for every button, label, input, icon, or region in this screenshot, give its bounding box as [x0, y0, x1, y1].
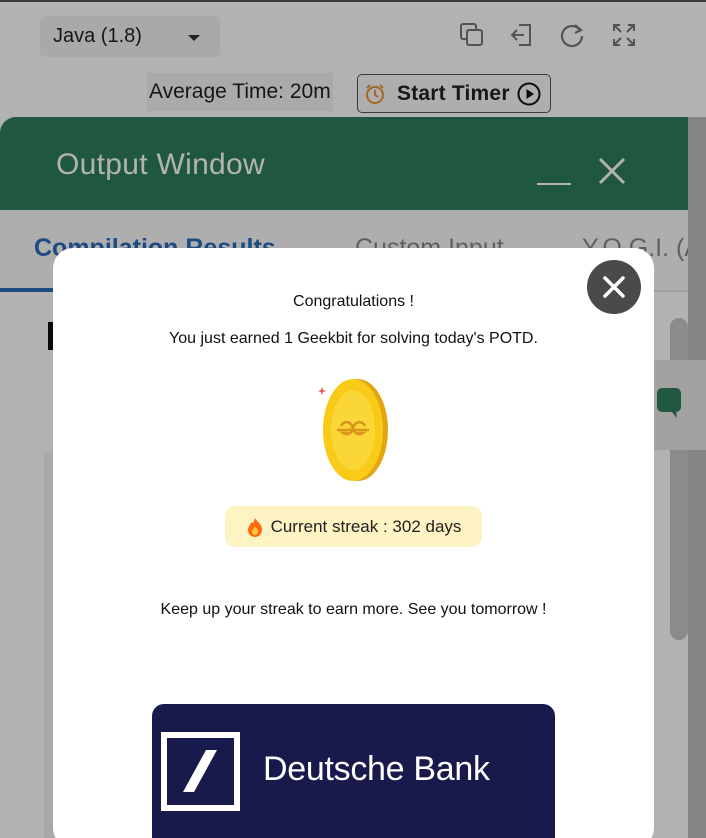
sponsor-banner[interactable]: Deutsche Bank — [152, 704, 555, 838]
sponsor-brand-name: Deutsche Bank — [263, 750, 490, 788]
modal-title: Congratulations ! — [293, 293, 414, 310]
potd-congrats-modal: Congratulations ! You just earned 1 Geek… — [53, 248, 654, 838]
streak-text: Current streak : 302 days — [270, 516, 462, 536]
fire-icon — [247, 517, 262, 537]
streak-badge: Current streak : 302 days — [225, 506, 482, 547]
modal-close-button[interactable] — [587, 260, 641, 314]
geekbit-coin-icon — [318, 379, 388, 481]
modal-message: Keep up your streak to earn more. See yo… — [160, 601, 547, 618]
deutsche-bank-logo-icon — [161, 732, 240, 811]
modal-subtitle: You just earned 1 Geekbit for solving to… — [169, 330, 538, 347]
close-icon — [603, 276, 625, 298]
